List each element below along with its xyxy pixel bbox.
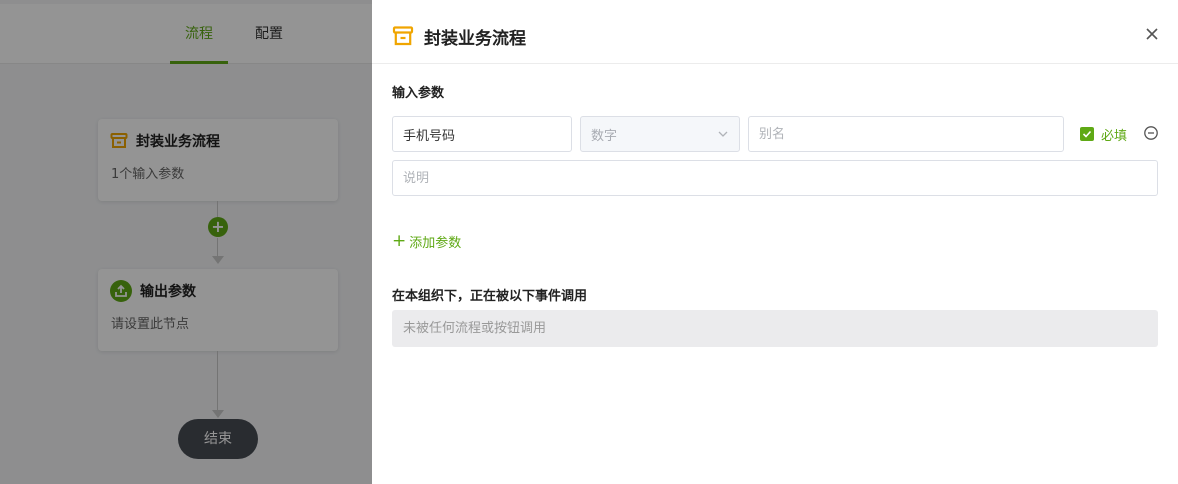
chevron-down-icon [718,131,728,137]
remove-param-button[interactable] [1143,125,1159,141]
input-params-label: 输入参数 [392,86,445,101]
param-description-input[interactable] [392,160,1158,196]
param-alias-input[interactable] [748,116,1064,152]
checkbox-checked-icon [1080,127,1094,141]
plus-icon: + [392,230,407,251]
drawer-header: 封装业务流程 [372,4,1178,64]
close-icon [1146,28,1158,40]
param-type-select[interactable]: 数字 [580,116,740,152]
archive-icon [392,26,414,46]
required-checkbox[interactable]: 必填 [1080,124,1127,144]
drawer-title-wrap: 封装业务流程 [392,24,526,49]
app-root: 流程 配置 封装业务流程 1个输入参数 + 输出参数 请设置此节点 结束 封装业… [0,0,1178,484]
add-param-button[interactable]: + 添加参数 [392,231,461,251]
modal-overlay[interactable] [0,0,372,484]
minus-circle-icon [1144,126,1158,140]
param-name-input[interactable] [392,116,572,152]
required-label: 必填 [1101,128,1128,144]
drawer-title: 封装业务流程 [424,28,526,49]
node-config-drawer: 封装业务流程 输入参数 数字 必填 [372,0,1178,484]
usage-empty-box: 未被任何流程或按钮调用 [392,310,1158,347]
close-button[interactable] [1144,26,1160,42]
add-param-label: 添加参数 [409,235,462,251]
param-type-value: 数字 [591,128,618,144]
usage-section-label: 在本组织下，正在被以下事件调用 [392,289,588,304]
